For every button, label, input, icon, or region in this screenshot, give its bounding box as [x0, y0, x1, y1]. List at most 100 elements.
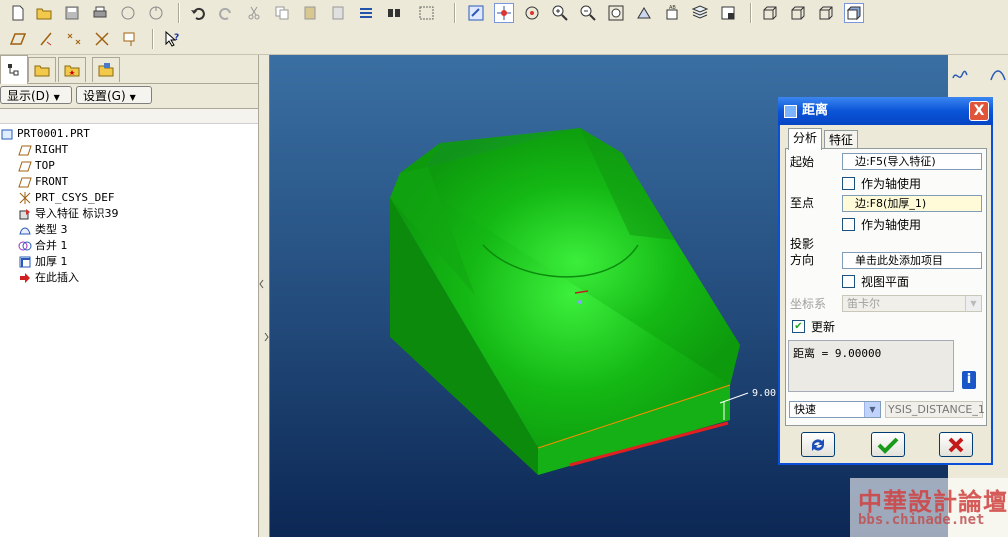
datum-curve-icon[interactable]	[988, 65, 1008, 85]
type-feature-icon	[19, 227, 31, 235]
insert-here-arrow-icon	[20, 273, 30, 283]
tree-item-label: 类型 3	[35, 223, 68, 236]
to-reference-field[interactable]: 边:F8(加厚_1)	[842, 195, 982, 212]
annotation-toggle-icon[interactable]	[120, 29, 140, 49]
dialog-title-bar[interactable]: 距离 X	[778, 97, 993, 125]
wireframe-icon[interactable]	[760, 3, 780, 23]
main-toolbar: AB	[0, 0, 1008, 26]
csys-select[interactable]: 笛卡尔 ▼	[842, 295, 982, 312]
info-icon[interactable]: i	[962, 371, 976, 389]
cancel-button[interactable]	[939, 432, 973, 457]
paste-icon[interactable]	[300, 3, 320, 23]
undo-icon[interactable]	[188, 3, 208, 23]
datum-axis-toggle-icon[interactable]	[36, 29, 56, 49]
cut-icon[interactable]	[244, 3, 264, 23]
projection-direction-field[interactable]: 单击此处添加项目	[842, 252, 982, 269]
open-folder-icon[interactable]	[34, 3, 54, 23]
no-hidden-icon[interactable]	[816, 3, 836, 23]
tab-connections[interactable]	[92, 57, 120, 82]
analysis-name-field[interactable]: YSIS_DISTANCE_1	[885, 401, 985, 418]
direction-label: 方向	[790, 253, 815, 267]
from-use-as-axis-checkbox[interactable]: 作为轴使用	[842, 175, 921, 192]
tree-item-right[interactable]: RIGHT	[18, 142, 68, 158]
show-dropdown-button[interactable]: 显示(D) ▼	[0, 86, 72, 104]
regenerate-icon[interactable]	[146, 3, 166, 23]
send-mail-icon[interactable]	[118, 3, 138, 23]
save-icon[interactable]	[62, 3, 82, 23]
tree-item-csys[interactable]: PRT_CSYS_DEF	[18, 190, 114, 206]
print-icon[interactable]	[90, 3, 110, 23]
refit-icon[interactable]	[606, 3, 626, 23]
csys-value: 笛卡尔	[847, 297, 880, 310]
checkbox-box	[842, 275, 855, 288]
spin-center-icon[interactable]	[494, 3, 514, 23]
tree-item-front[interactable]: FRONT	[18, 174, 68, 190]
tree-item-thicken[interactable]: 加厚 1	[18, 254, 68, 270]
tree-item-label: 导入特征 标识39	[35, 207, 119, 220]
layers-icon[interactable]	[690, 3, 710, 23]
svg-text:?: ?	[174, 33, 179, 43]
tree-item-type[interactable]: 类型 3	[18, 222, 68, 238]
repeat-analysis-button[interactable]	[801, 432, 835, 457]
datum-point-toggle-icon[interactable]	[64, 29, 84, 49]
shading-icon[interactable]	[844, 3, 864, 23]
tree-item-merge[interactable]: 合并 1	[18, 238, 68, 254]
find-icon[interactable]	[384, 3, 404, 23]
tree-item-label: 在此插入	[35, 271, 79, 284]
datum-plane-icon	[18, 145, 32, 156]
tree-item-part[interactable]: PRT0001.PRT	[0, 126, 90, 142]
close-button[interactable]: X	[969, 101, 989, 121]
saved-views-icon[interactable]: AB	[662, 3, 682, 23]
tab-model-tree[interactable]	[0, 55, 28, 84]
tree-item-insert-here[interactable]: 在此插入	[18, 270, 79, 286]
repaint-icon[interactable]	[466, 3, 486, 23]
check-mark-icon: ✔	[792, 320, 805, 333]
regenerate-model-icon[interactable]	[356, 3, 376, 23]
model-tree-panel: 显示(D) ▼ 设置(G) ▼ PRT0001.PRT RIGHT TOP FRON…	[0, 55, 259, 537]
to-use-as-axis-checkbox[interactable]: 作为轴使用	[842, 216, 921, 233]
zoom-out-icon[interactable]	[578, 3, 598, 23]
selection-filter-icon[interactable]	[412, 3, 442, 23]
chevron-down-icon: ▼	[965, 296, 981, 311]
tree-item-import-feature[interactable]: 导入特征 标识39	[18, 206, 119, 222]
checkbox-box	[842, 218, 855, 231]
tree-item-label: PRT_CSYS_DEF	[35, 191, 115, 204]
tree-column-header	[0, 109, 258, 124]
update-checkbox[interactable]: ✔ 更新	[792, 318, 835, 335]
tree-item-label: 合并 1	[35, 239, 68, 252]
view-manager-icon[interactable]	[718, 3, 738, 23]
hidden-line-icon[interactable]	[788, 3, 808, 23]
redo-icon[interactable]	[216, 3, 236, 23]
settings-button-label: 设置(G)	[83, 89, 126, 103]
datum-plane-toggle-icon[interactable]	[8, 29, 28, 49]
tree-item-top[interactable]: TOP	[18, 158, 55, 174]
panel-splitter[interactable]	[259, 55, 270, 537]
analysis-mode-select[interactable]: 快速 ▼	[789, 401, 881, 418]
ok-button[interactable]	[871, 432, 905, 457]
tab-feature[interactable]: 特征	[824, 130, 859, 149]
reorient-icon[interactable]	[634, 3, 654, 23]
sketch-curve-icon[interactable]	[950, 65, 970, 85]
settings-dropdown-button[interactable]: 设置(G) ▼	[76, 86, 152, 104]
zoom-in-icon[interactable]	[550, 3, 570, 23]
view-plane-checkbox[interactable]: 视图平面	[842, 273, 909, 290]
projection-label: 投影	[790, 237, 815, 251]
csys-toggle-icon[interactable]	[92, 29, 112, 49]
chevron-down-icon: ▼	[129, 93, 136, 102]
context-help-icon[interactable]: ?	[162, 29, 182, 49]
analysis-name-value: YSIS_DISTANCE_1	[888, 403, 985, 416]
copy-icon[interactable]	[272, 3, 292, 23]
tab-favorites[interactable]	[58, 57, 86, 82]
navigator-tabs	[0, 55, 258, 84]
svg-text:AB: AB	[669, 5, 676, 11]
from-reference-field[interactable]: 边:F5(导入特征)	[842, 153, 982, 170]
datum-plane-icon	[18, 161, 32, 172]
check-mark-icon	[877, 437, 899, 454]
checkbox-label: 作为轴使用	[861, 177, 922, 191]
tab-analysis[interactable]: 分析	[788, 128, 823, 150]
dialog-title: 距离	[802, 103, 829, 118]
new-file-icon[interactable]	[8, 3, 28, 23]
tab-folder-browser[interactable]	[28, 57, 56, 82]
paste-special-icon[interactable]	[328, 3, 348, 23]
orient-mode-icon[interactable]	[522, 3, 542, 23]
